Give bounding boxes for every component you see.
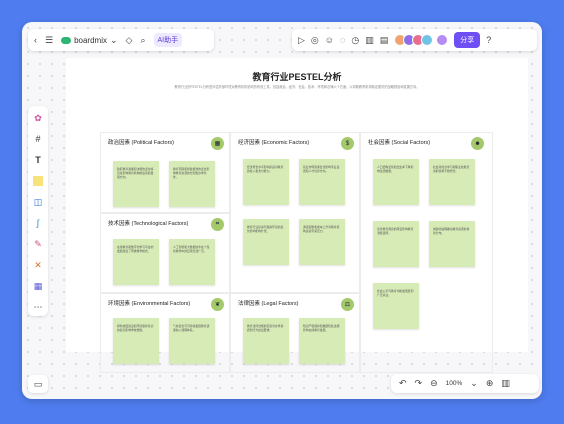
sticky-note[interactable]: 气候变化与可持续发展教育逐渐纳入课程体系。 bbox=[169, 318, 215, 364]
search-icon[interactable]: ⌕ bbox=[140, 35, 145, 45]
section-title: 政治因素 (Political Factors) bbox=[108, 140, 175, 146]
board-subtitle: 教育行业的PESTEL分析是评估外部环境对教育机构影响的有效工具，包括政治、经济… bbox=[174, 85, 420, 89]
play-icon[interactable]: ▷ bbox=[298, 35, 305, 45]
section-social[interactable]: 社会因素 (Social Factors) ☻ 人口结构变化和出生率下降影响生源… bbox=[360, 132, 493, 373]
top-left-toolbar: ‹ ☰ boardmix ⌄ ◇ ⌕ AI助手 bbox=[28, 29, 214, 51]
tag-icon[interactable]: ◇ bbox=[126, 35, 133, 45]
map-icon[interactable]: ▥ bbox=[501, 379, 510, 388]
emoji-icon[interactable]: ☺ bbox=[325, 35, 334, 45]
pestel-board[interactable]: 教育行业PESTEL分析 教育行业的PESTEL分析是评估外部环境对教育机构影响… bbox=[66, 58, 528, 373]
help-icon[interactable]: ? bbox=[486, 35, 491, 45]
pen-icon[interactable]: ✎ bbox=[32, 238, 44, 250]
sticky-note-icon[interactable] bbox=[32, 175, 44, 187]
money-bag-icon: $ bbox=[341, 137, 354, 150]
section-title: 经济因素 (Economic Factors) bbox=[238, 140, 310, 146]
more-icon[interactable]: ⋯ bbox=[32, 301, 44, 313]
boardmix-logo-icon bbox=[61, 36, 72, 44]
sticky-note[interactable]: 经济增长水平影响家庭对教育的投入和支付能力。 bbox=[243, 159, 289, 205]
sticky-note[interactable]: 教育预算和财政拨款的变化影响教育资源的分配和办学条件。 bbox=[169, 161, 215, 207]
section-economic[interactable]: 经济因素 (Economic Factors) $ 经济增长水平影响家庭对教育的… bbox=[230, 132, 360, 293]
zoom-level[interactable]: 100% bbox=[446, 380, 463, 387]
text-icon[interactable]: T bbox=[32, 154, 44, 166]
sticky-note[interactable]: 就业市场需求变化影响专业设置和人才培养方向。 bbox=[299, 159, 345, 205]
zoom-in-icon[interactable]: ⊕ bbox=[486, 379, 494, 388]
sticky-note[interactable]: 人工智能和大数据技术在个性化教学中的应用日益广泛。 bbox=[169, 239, 215, 285]
brand-label: boardmix bbox=[74, 35, 107, 45]
sticky-note[interactable]: 社会对终身学习和职业技能培训的需求不断增长。 bbox=[429, 159, 475, 205]
back-icon[interactable]: ‹ bbox=[34, 35, 37, 45]
minimap-icon: ▭ bbox=[33, 378, 43, 389]
sticky-note[interactable]: 城镇化进程推动教育资源的重新分布。 bbox=[429, 221, 475, 267]
minimap-toggle[interactable]: ▭ bbox=[28, 375, 48, 393]
ai-assistant-button[interactable]: AI助手 bbox=[153, 33, 183, 47]
sticky-note[interactable]: 家长教育观念的转变影响教育消费选择。 bbox=[373, 221, 419, 267]
collaborator-avatars[interactable] bbox=[394, 34, 434, 46]
section-legal[interactable]: 法律因素 (Legal Factors) ⚖ 教育法律法规的完善对办学资质和行为… bbox=[230, 293, 360, 373]
connector-icon[interactable]: ∫ bbox=[32, 217, 44, 229]
section-technological[interactable]: 技术因素 (Technological Factors) ⌗ 在线教育和数字化学… bbox=[100, 213, 230, 293]
redo-icon[interactable]: ↷ bbox=[415, 379, 423, 388]
section-title: 环境因素 (Environmental Factors) bbox=[108, 301, 191, 307]
zoom-out-icon[interactable]: ⊖ bbox=[430, 379, 438, 388]
chart-icon[interactable]: ▤ bbox=[380, 35, 389, 45]
people-icon: ☻ bbox=[471, 137, 484, 150]
zoom-toolbar: ↶ ↷ ⊖ 100% ⌄ ⊕ ▥ bbox=[391, 374, 539, 393]
board-title: 教育行业PESTEL分析 bbox=[252, 72, 342, 82]
target-icon[interactable]: ◎ bbox=[311, 35, 319, 45]
user-avatar[interactable] bbox=[436, 34, 449, 46]
chevron-down-icon[interactable]: ⌄ bbox=[470, 379, 478, 388]
shape-icon[interactable]: ◫ bbox=[32, 196, 44, 208]
sticky-note[interactable]: 政府教育政策和法规的变化将直接影响教育机构的运营和发展方向。 bbox=[113, 161, 159, 207]
templates-icon[interactable]: ✿ bbox=[32, 112, 44, 124]
mindmap-icon[interactable]: ✕ bbox=[32, 259, 44, 271]
sticky-note[interactable]: 在线教育和数字化学习平台的发展改变了传统教学模式。 bbox=[113, 239, 159, 285]
tool-sidebar: ✿ # T ◫ ∫ ✎ ✕ ▦ ⋯ bbox=[28, 106, 48, 316]
timer-icon[interactable]: ◷ bbox=[351, 35, 359, 45]
section-title: 社会因素 (Social Factors) bbox=[368, 140, 431, 146]
sticky-note[interactable]: 教育法律法规的完善对办学资质和行为提出要求。 bbox=[243, 318, 289, 364]
frame-icon[interactable]: # bbox=[32, 133, 44, 145]
sticky-note[interactable]: 社会公平与教育均衡发展受到广泛关注。 bbox=[373, 283, 419, 329]
top-right-toolbar: ▷ ◎ ☺ ◌ ◷ ▥ ▤ 分享 ? bbox=[292, 29, 537, 51]
leaf-icon: ❦ bbox=[211, 298, 224, 311]
comment-icon[interactable]: ◌ bbox=[340, 35, 345, 45]
section-title: 技术因素 (Technological Factors) bbox=[108, 221, 189, 227]
section-environmental[interactable]: 环境因素 (Environmental Factors) ❦ 绿色校园建设和环境… bbox=[100, 293, 230, 373]
app-window: ‹ ☰ boardmix ⌄ ◇ ⌕ AI助手 ▷ ◎ ☺ ◌ ◷ ▥ ▤ 分享… bbox=[22, 22, 542, 399]
undo-icon[interactable]: ↶ bbox=[399, 379, 407, 388]
government-icon: ▦ bbox=[211, 137, 224, 150]
section-political[interactable]: 政治因素 (Political Factors) ▦ 政府教育政策和法规的变化将… bbox=[100, 132, 230, 213]
sticky-note[interactable]: 绿色校园建设和环境保护意识的提高影响学校规划。 bbox=[113, 318, 159, 364]
sticky-note[interactable]: 通货膨胀和成本上升对教育机构运营带来压力。 bbox=[299, 219, 345, 265]
avatar bbox=[421, 34, 434, 46]
brand[interactable]: boardmix ⌄ bbox=[61, 34, 118, 45]
gavel-icon: ⚖ bbox=[341, 298, 354, 311]
sticky-note[interactable]: 人口结构变化和出生率下降影响生源数量。 bbox=[373, 159, 419, 205]
section-title: 法律因素 (Legal Factors) bbox=[238, 301, 299, 307]
menu-icon[interactable]: ☰ bbox=[45, 35, 53, 45]
chevron-down-icon: ⌄ bbox=[109, 34, 118, 45]
chip-icon: ⌗ bbox=[211, 218, 224, 231]
share-button[interactable]: 分享 bbox=[454, 32, 481, 48]
vote-icon[interactable]: ▥ bbox=[365, 35, 374, 45]
sticky-note[interactable]: 知识产权保护和数据隐私法规影响在线教育发展。 bbox=[299, 318, 345, 364]
table-icon[interactable]: ▦ bbox=[32, 280, 44, 292]
sticky-note[interactable]: 教育行业投资与融资环境的变化影响机构扩张。 bbox=[243, 219, 289, 265]
